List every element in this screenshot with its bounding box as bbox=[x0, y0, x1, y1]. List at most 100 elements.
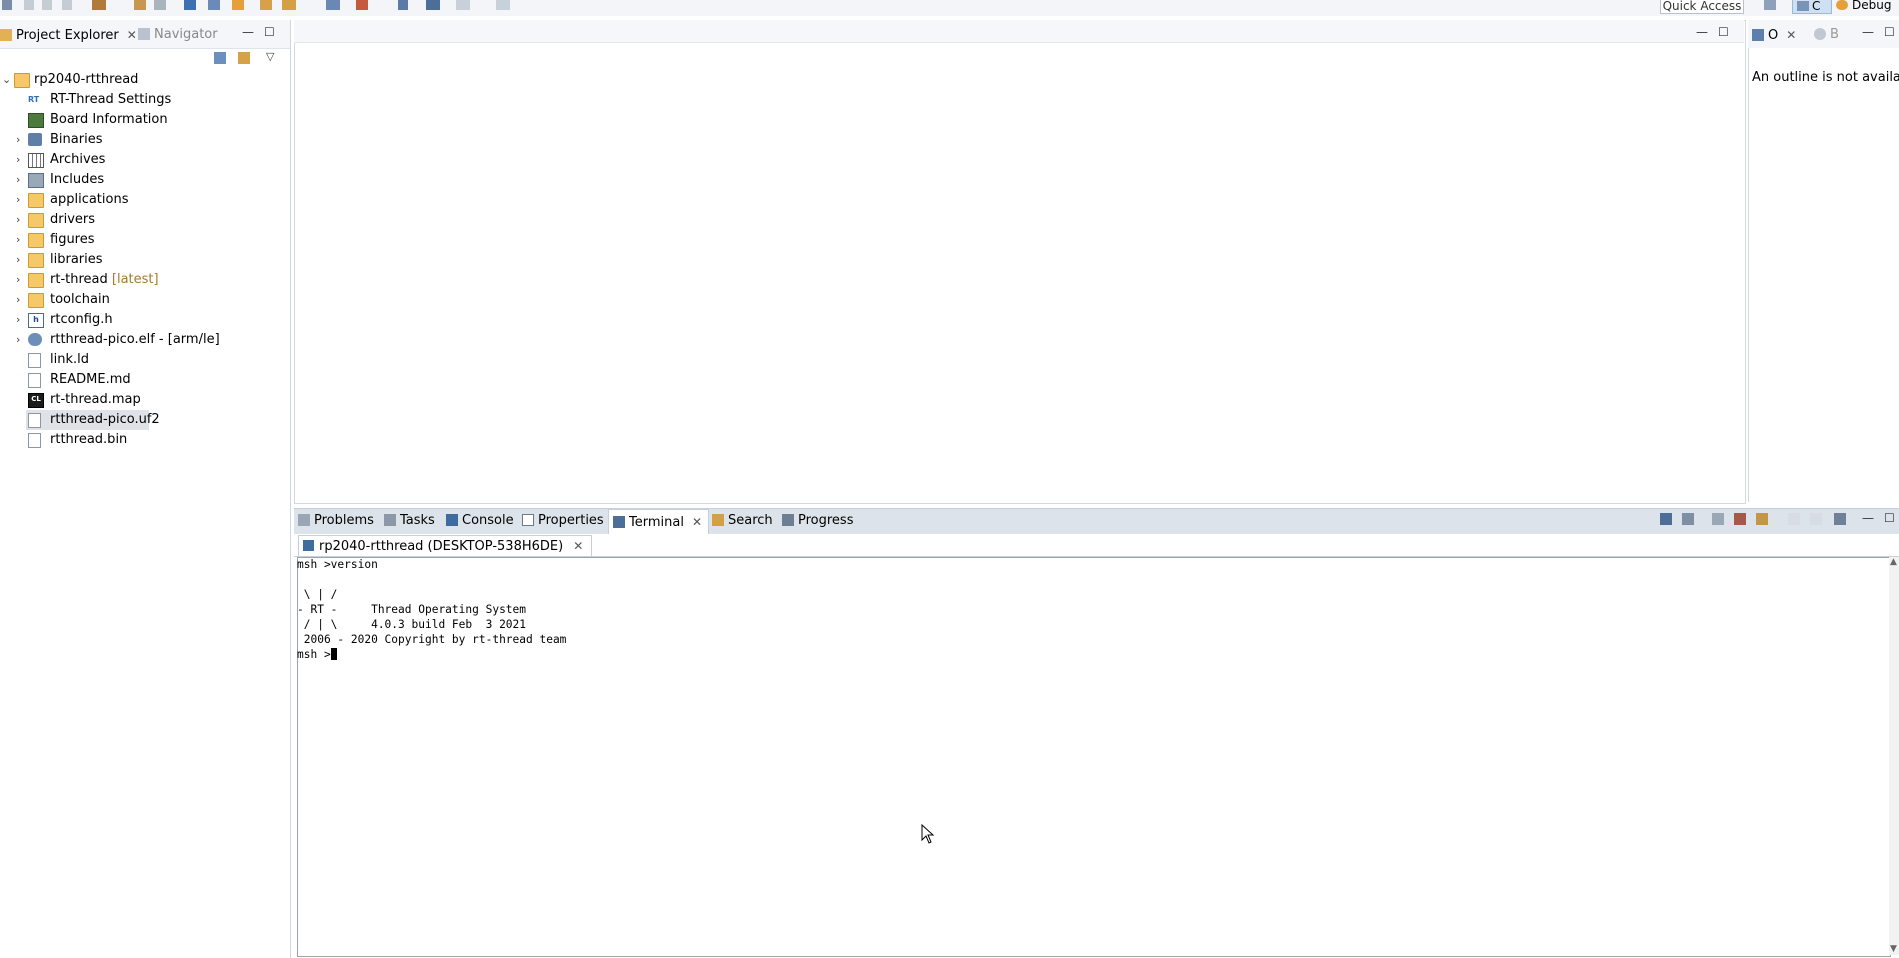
tab-console[interactable]: Console bbox=[446, 511, 514, 531]
tab-tasks[interactable]: Tasks bbox=[384, 511, 435, 531]
tree-item-board-info[interactable]: Board Information bbox=[0, 110, 290, 130]
tree-item-drivers[interactable]: › drivers bbox=[0, 210, 290, 230]
package-icon[interactable] bbox=[326, 0, 340, 10]
tab-search[interactable]: Search bbox=[712, 511, 773, 531]
open-folder-icon[interactable] bbox=[260, 0, 272, 10]
tree-item-toolchain[interactable]: › toolchain bbox=[0, 290, 290, 310]
collapse-all-icon[interactable] bbox=[214, 52, 226, 64]
tree-item-bin[interactable]: rtthread.bin bbox=[0, 430, 290, 450]
tree-item-map[interactable]: CL rt-thread.map bbox=[0, 390, 290, 410]
tree-item-link-ld[interactable]: link.ld bbox=[0, 350, 290, 370]
tree-item-applications[interactable]: › applications bbox=[0, 190, 290, 210]
chevron-right-icon[interactable]: › bbox=[16, 190, 26, 210]
tree-item-label: rp2040-rtthread bbox=[34, 72, 139, 87]
tree-item-uf2[interactable]: rtthread-pico.uf2 bbox=[26, 410, 160, 430]
tab-build-targets[interactable]: B bbox=[1814, 25, 1839, 45]
new-icon[interactable] bbox=[2, 0, 12, 10]
tab-outline[interactable]: O ✕ bbox=[1752, 25, 1796, 45]
view-menu-icon[interactable]: ▽ bbox=[266, 50, 274, 63]
minimize-icon[interactable]: — bbox=[1696, 26, 1708, 38]
tree-item-binaries[interactable]: › Binaries bbox=[0, 130, 290, 150]
chevron-down-icon[interactable]: ⌄ bbox=[2, 70, 12, 90]
close-icon[interactable]: ✕ bbox=[692, 515, 702, 529]
scroll-up-icon[interactable]: ▲ bbox=[1890, 557, 1897, 567]
outline-message: An outline is not available. bbox=[1752, 70, 1899, 85]
folder-icon bbox=[28, 213, 44, 228]
task-icon[interactable] bbox=[398, 0, 408, 10]
minimize-icon[interactable]: — bbox=[242, 26, 254, 38]
quick-access-field[interactable]: Quick Access bbox=[1660, 0, 1744, 14]
clear-icon[interactable] bbox=[1756, 513, 1768, 525]
tab-project-explorer[interactable]: Project Explorer ✕ bbox=[0, 25, 137, 45]
pin-icon[interactable] bbox=[1682, 513, 1694, 525]
tree-item-elf[interactable]: › rtthread-pico.elf - [arm/le] bbox=[0, 330, 290, 350]
tree-item-figures[interactable]: › figures bbox=[0, 230, 290, 250]
tab-progress[interactable]: Progress bbox=[782, 511, 853, 531]
disconnect-icon[interactable] bbox=[1734, 513, 1746, 525]
chevron-right-icon[interactable]: › bbox=[16, 270, 26, 290]
back-icon[interactable] bbox=[456, 0, 470, 10]
tree-item-archives[interactable]: › Archives bbox=[0, 150, 290, 170]
tree-item-readme[interactable]: README.md bbox=[0, 370, 290, 390]
tree-item-project[interactable]: ⌄ rp2040-rtthread bbox=[0, 70, 290, 90]
terminal-output[interactable]: msh >version \ | / - RT - Thread Operatin… bbox=[297, 557, 566, 662]
tree-item-libraries[interactable]: › libraries bbox=[0, 250, 290, 270]
run-icon[interactable] bbox=[282, 0, 296, 10]
chevron-right-icon[interactable]: › bbox=[16, 310, 26, 330]
perspective-c-button[interactable]: C bbox=[1792, 0, 1832, 14]
link-editor-icon[interactable] bbox=[238, 52, 250, 64]
close-icon[interactable]: ✕ bbox=[127, 28, 137, 42]
minimize-icon[interactable]: — bbox=[1862, 512, 1874, 524]
tab-problems[interactable]: Problems bbox=[298, 511, 374, 531]
forward-icon[interactable] bbox=[496, 0, 510, 10]
tree-item-includes[interactable]: › Includes bbox=[0, 170, 290, 190]
editor-area[interactable] bbox=[294, 20, 1746, 504]
perspective-debug-button[interactable]: Debug bbox=[1836, 0, 1899, 12]
terminal-scrollbar[interactable] bbox=[1889, 557, 1899, 955]
terminal-session-tab[interactable]: rp2040-rtthread (DESKTOP-538H6DE) ✕ bbox=[298, 535, 593, 556]
open-terminal-icon[interactable] bbox=[1660, 513, 1672, 525]
download-icon[interactable] bbox=[184, 0, 196, 10]
debug-config-icon[interactable] bbox=[208, 0, 220, 10]
tab-properties[interactable]: Properties bbox=[522, 511, 604, 531]
scroll-down-icon[interactable]: ▼ bbox=[1890, 944, 1897, 954]
chevron-right-icon[interactable]: › bbox=[16, 130, 26, 150]
settings-icon[interactable] bbox=[1834, 513, 1846, 525]
tree-item-rtconfig[interactable]: › h rtconfig.h bbox=[0, 310, 290, 330]
close-icon[interactable]: ✕ bbox=[1786, 28, 1796, 42]
build-icon[interactable] bbox=[92, 0, 106, 10]
chevron-right-icon[interactable]: › bbox=[16, 210, 26, 230]
chevron-right-icon[interactable]: › bbox=[16, 290, 26, 310]
chevron-right-icon[interactable]: › bbox=[16, 150, 26, 170]
paste-icon[interactable] bbox=[1810, 513, 1822, 525]
maximize-icon[interactable]: ☐ bbox=[1884, 512, 1895, 524]
tree-item-rt-thread[interactable]: › rt-thread [latest] bbox=[0, 270, 290, 290]
hammer-icon[interactable] bbox=[134, 0, 146, 10]
chevron-right-icon[interactable]: › bbox=[16, 170, 26, 190]
chevron-right-icon[interactable]: › bbox=[16, 230, 26, 250]
tab-navigator[interactable]: Navigator bbox=[138, 25, 218, 45]
maximize-icon[interactable]: ☐ bbox=[1718, 26, 1729, 38]
rt-icon: RT bbox=[28, 95, 40, 104]
terminal-icon bbox=[613, 516, 625, 528]
maximize-icon[interactable]: ☐ bbox=[1884, 26, 1895, 38]
chevron-right-icon[interactable]: › bbox=[16, 250, 26, 270]
file-icon bbox=[28, 353, 41, 368]
wrench-icon[interactable] bbox=[154, 0, 166, 10]
print-icon[interactable] bbox=[62, 0, 72, 10]
open-perspective-icon[interactable] bbox=[1764, 0, 1776, 10]
chevron-right-icon[interactable]: › bbox=[16, 330, 26, 350]
tab-project-explorer-label: Project Explorer bbox=[16, 28, 119, 43]
debug-icon[interactable] bbox=[232, 0, 244, 10]
save-icon[interactable] bbox=[24, 0, 34, 10]
minimize-icon[interactable]: — bbox=[1862, 26, 1874, 38]
save-all-icon[interactable] bbox=[42, 0, 52, 10]
close-icon[interactable]: ✕ bbox=[573, 539, 583, 553]
tree-item-rt-settings[interactable]: RT RT-Thread Settings bbox=[0, 90, 290, 110]
copy-icon[interactable] bbox=[1788, 513, 1800, 525]
maximize-icon[interactable]: ☐ bbox=[264, 26, 275, 38]
scroll-lock-icon[interactable] bbox=[1712, 513, 1724, 525]
terminal-launch-icon[interactable] bbox=[426, 0, 440, 10]
mail-icon[interactable] bbox=[356, 0, 368, 10]
tab-terminal[interactable]: Terminal ✕ bbox=[608, 509, 710, 534]
